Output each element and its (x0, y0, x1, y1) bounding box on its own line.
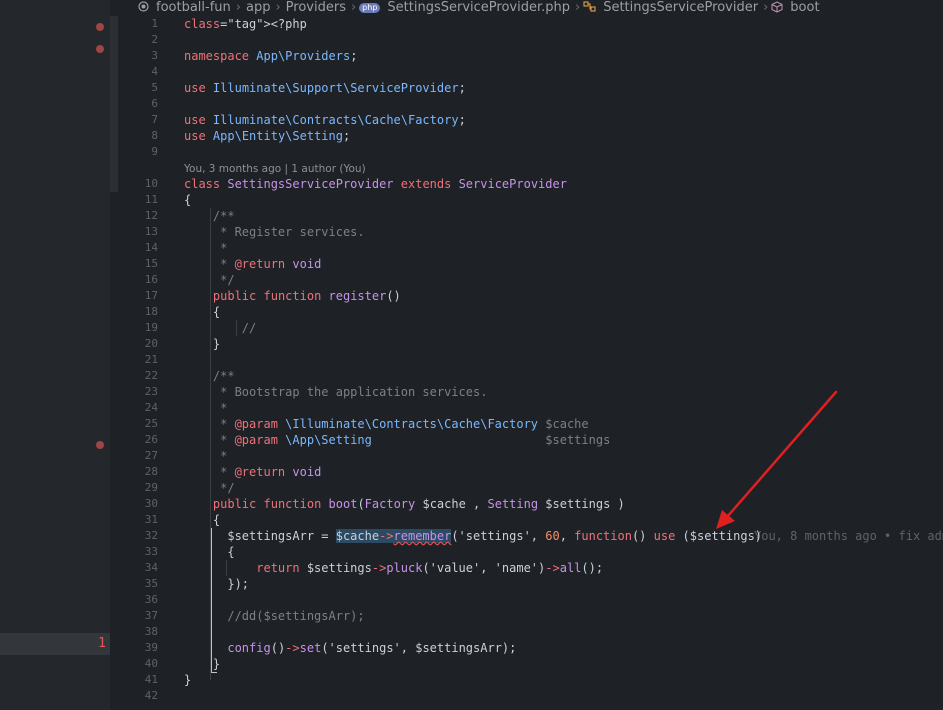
annotation-arrow (716, 390, 838, 529)
